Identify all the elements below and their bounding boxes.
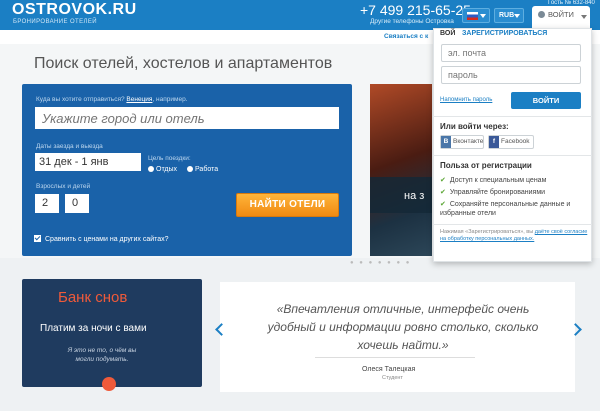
login-submit-button[interactable]: ВОЙТИ: [511, 92, 581, 109]
chevron-down-icon: [581, 15, 587, 19]
email-field[interactable]: [441, 44, 581, 62]
find-hotels-button[interactable]: НАЙТИ ОТЕЛИ: [236, 193, 339, 217]
purpose-radio-work[interactable]: Работа: [187, 166, 218, 173]
kids-select[interactable]: 0: [65, 194, 89, 213]
language-selector[interactable]: [462, 8, 490, 23]
facebook-login-button[interactable]: f Facebook: [488, 135, 534, 149]
contact-link[interactable]: Связаться с к: [384, 33, 428, 40]
destination-label: Куда вы хотите отправиться? Венеция, нап…: [36, 96, 188, 103]
benefit-item: Управляйте бронированиями: [440, 188, 585, 197]
dates-label: Даты заезда и выезда: [36, 143, 103, 150]
tab-login[interactable]: ВОЙ: [440, 30, 455, 37]
other-phones-link[interactable]: Другие телефоны Островка: [370, 18, 454, 25]
purpose-option-label: Отдых: [156, 166, 178, 173]
password-field[interactable]: [441, 66, 581, 84]
social-login-label: Или войти через:: [440, 122, 509, 131]
destination-label-text: Куда вы хотите отправиться?: [36, 96, 125, 103]
facebook-label: Facebook: [501, 138, 530, 145]
review-author-role: Студент: [382, 375, 403, 381]
guests-label: Взрослых и детей: [36, 183, 91, 190]
vk-login-button[interactable]: B Вконтакте: [440, 135, 484, 149]
chevron-down-icon: [514, 14, 520, 18]
promo-banner[interactable]: [370, 84, 432, 256]
russia-flag-icon: [467, 12, 478, 20]
purpose-radio-leisure[interactable]: Отдых: [148, 166, 177, 173]
carousel-dots[interactable]: ● ● ● ● ● ● ●: [350, 260, 411, 266]
purpose-option-label: Работа: [195, 166, 219, 173]
review-quote: «Впечатления отличные, интерфейс очень у…: [267, 302, 539, 352]
purpose-label: Цель поездки:: [148, 155, 191, 162]
login-toggle-label: ВОЙТИ: [548, 10, 574, 19]
login-toggle[interactable]: ВОЙТИ: [532, 6, 590, 30]
moon-logo-icon: [102, 377, 116, 391]
vk-label: Вконтакте: [453, 138, 484, 145]
benefit-item: Доступ к специальным ценам: [440, 176, 585, 185]
vk-icon: B: [441, 136, 451, 148]
divider: [433, 116, 592, 117]
tab-register[interactable]: ЗАРЕГИСТРИРОВАТЬСЯ: [462, 30, 547, 37]
benefits-title: Польза от регистрации: [440, 161, 532, 170]
benefit-item: Сохраняйте персональные данные и избранн…: [440, 200, 585, 218]
terms-prefix: Нажимая «Зарегистрироваться», вы: [440, 229, 534, 235]
compare-prices-checkbox[interactable]: Сравнить с ценами на других сайтах?: [34, 235, 169, 243]
bank-subtitle: Платим за ночи с вами: [40, 323, 147, 334]
tagline: БРОНИРОВАНИЕ ОТЕЛЕЙ: [13, 19, 97, 25]
page-title: Поиск отелей, хостелов и апартаментов: [34, 55, 333, 72]
phone-number: +7 499 215-65-25: [360, 2, 471, 18]
currency-selector[interactable]: RUB: [494, 8, 524, 23]
review-author: Олеся Талецкая: [362, 366, 416, 373]
date-range-picker[interactable]: 31 дек - 1 янв: [35, 153, 141, 171]
destination-label-suffix: , например.: [152, 96, 188, 103]
chevron-down-icon: [480, 14, 486, 18]
divider: [433, 224, 592, 225]
divider: [315, 357, 475, 358]
user-icon: [538, 11, 545, 18]
bank-title: Банк снов: [58, 289, 128, 306]
example-link[interactable]: Венеция: [126, 96, 152, 103]
compare-label: Сравнить с ценами на других сайтах?: [45, 236, 169, 243]
logo[interactable]: OSTROVOK.RU: [12, 1, 137, 19]
bank-note: Я это не то, о чём вы могли подумать.: [67, 347, 137, 363]
destination-input[interactable]: [35, 107, 339, 129]
checkbox-icon: [34, 235, 41, 242]
forgot-password-link[interactable]: Напомнить пароль: [440, 97, 492, 103]
currency-label: RUB: [499, 12, 515, 19]
radio-icon: [148, 166, 154, 172]
facebook-icon: f: [489, 136, 499, 148]
purpose-options: Отдых Работа: [148, 166, 218, 173]
promo-text: на з: [404, 190, 425, 202]
radio-icon: [187, 166, 193, 172]
adults-select[interactable]: 2: [35, 194, 59, 213]
divider: [433, 155, 592, 156]
terms-text: Нажимая «Зарегистрироваться», вы даёте с…: [440, 229, 588, 243]
